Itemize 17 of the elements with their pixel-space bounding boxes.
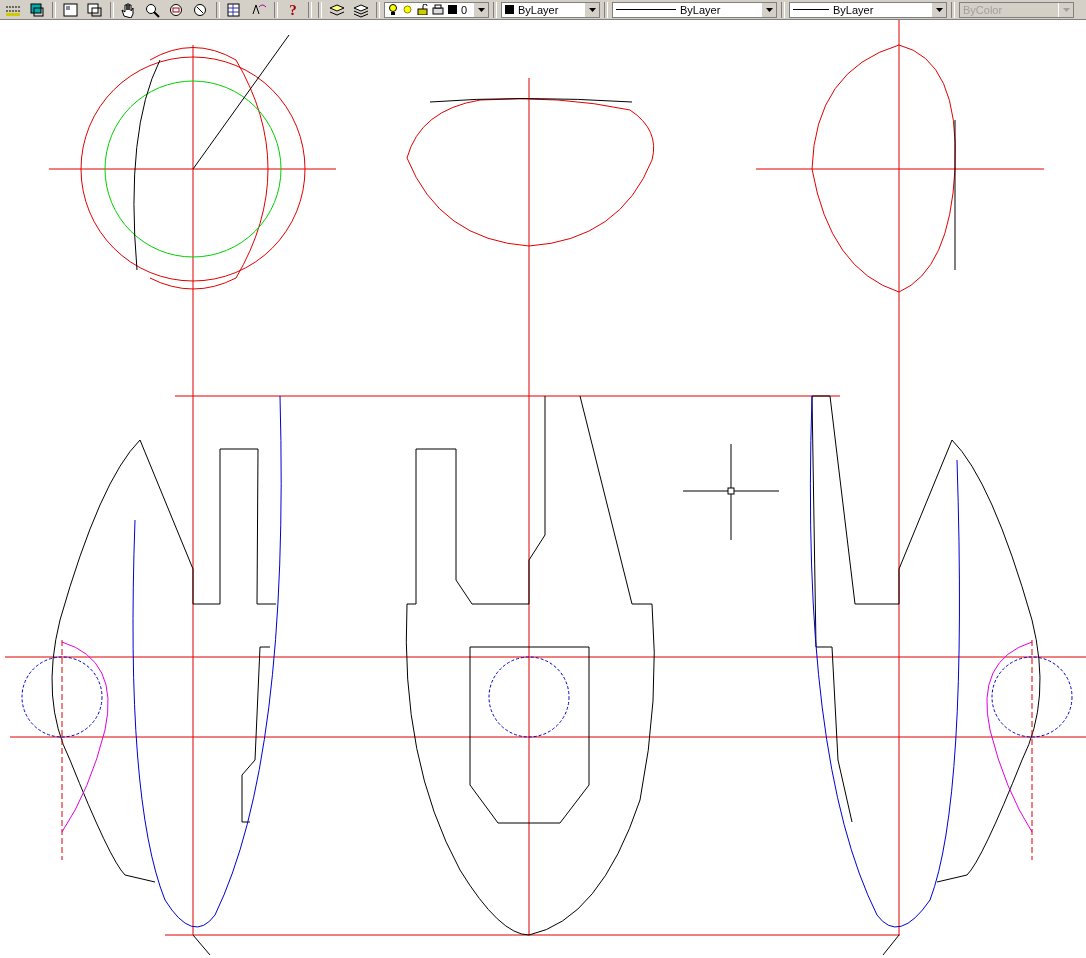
printer-icon[interactable]	[432, 4, 444, 15]
linetype-dropdown[interactable]: ByLayer	[612, 1, 777, 18]
color-dropdown[interactable]: ByLayer	[501, 1, 600, 18]
line-sample	[616, 9, 676, 10]
padlock-icon[interactable]	[417, 4, 428, 15]
dropdown-value: 0	[461, 3, 469, 16]
color-swatch	[505, 5, 514, 14]
lineweight-dropdown[interactable]: ByLayer	[789, 1, 947, 18]
dropdown-value: ByLayer	[518, 3, 560, 16]
sun-icon[interactable]	[402, 4, 413, 15]
color-swatch	[448, 5, 457, 14]
crosshair-cursor-icon	[682, 443, 780, 541]
bulb-icon[interactable]	[388, 3, 398, 16]
layer-dropdown[interactable]: 0	[384, 1, 489, 18]
dropdown-value: ByLayer	[680, 3, 722, 16]
line-sample	[793, 9, 829, 10]
dropdown-value: ByLayer	[833, 3, 875, 16]
